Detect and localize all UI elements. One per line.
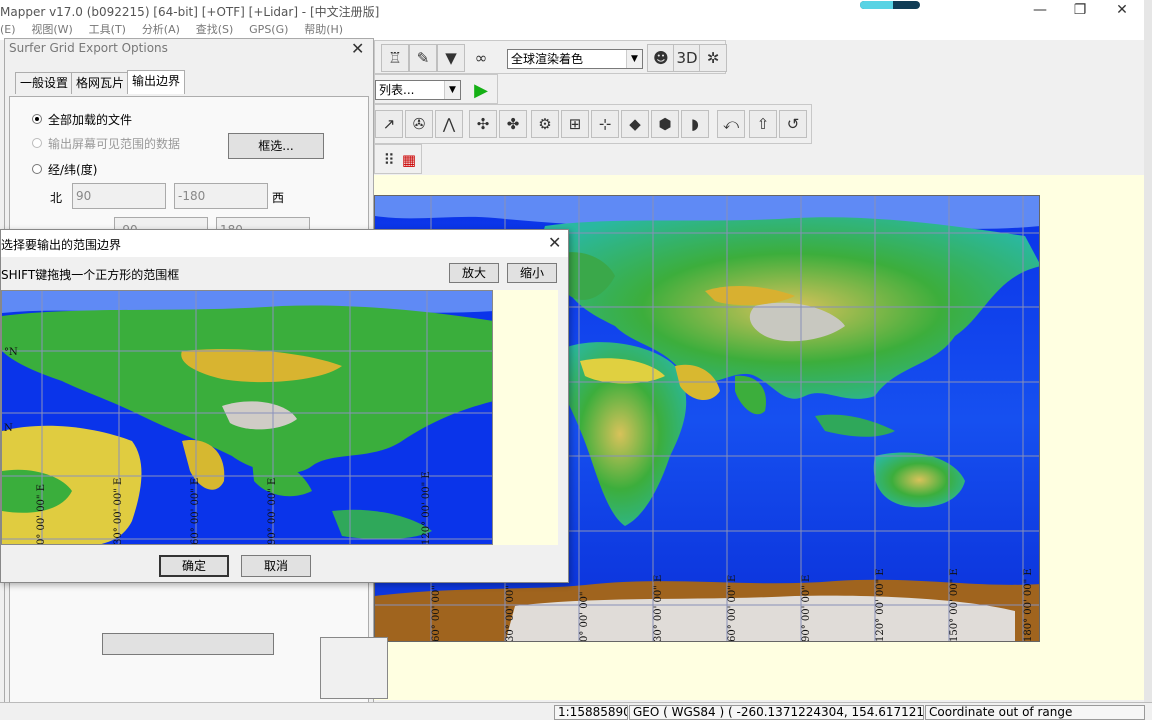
west-label: 西 <box>272 191 285 205</box>
toolbar-filler <box>1118 40 1144 175</box>
tab-grid-tiles[interactable]: 格网瓦片 <box>71 72 130 94</box>
color-grid-icon[interactable]: ▦ <box>395 146 423 174</box>
app-title: Mapper v17.0 (b092215) [64-bit] [+OTF] [… <box>0 5 380 19</box>
area-tool-icon[interactable]: ✤ <box>499 110 527 138</box>
status-coords: GEO ( WGS84 ) ( -260.1371224304, 154.617… <box>629 705 924 720</box>
lon-label: 180° 00' 00" E <box>1023 568 1034 642</box>
lon-label: 0° 00' 00" <box>579 591 590 642</box>
compass-icon[interactable]: ✇ <box>405 110 433 138</box>
menu-tools[interactable]: 工具(T) <box>83 22 132 38</box>
north-field[interactable]: 90 <box>72 183 166 209</box>
radio-all-files-label: 全部加载的文件 <box>48 113 133 127</box>
chevron-down-icon: ▼ <box>444 81 460 99</box>
curve-tool-icon[interactable]: ↺ <box>779 110 807 138</box>
close-window-button[interactable]: ✕ <box>1100 0 1144 22</box>
status-message: Coordinate out of range <box>925 705 1145 720</box>
lon-label: 120° 00' 00" E <box>875 568 886 642</box>
west-field[interactable]: -180 <box>174 183 268 209</box>
digitize-line-icon[interactable]: ↗ <box>375 110 403 138</box>
shader-combo-value: 全球渲染着色 <box>511 52 584 66</box>
preview-map-margin <box>493 290 558 545</box>
path-profile-icon[interactable]: ⋀ <box>435 110 463 138</box>
measure-icon[interactable]: ✣ <box>469 110 497 138</box>
pencil-tool-icon[interactable]: ✎ <box>409 44 437 72</box>
terrain-tool-icon[interactable]: ✲ <box>699 44 727 72</box>
select-bounds-button[interactable]: 框选... <box>228 133 324 159</box>
cancel-button[interactable]: 取消 <box>241 555 311 577</box>
list-combo[interactable]: 列表... ▼ <box>375 80 461 100</box>
preview-lon-label: 90° 00' 00" E <box>267 478 278 545</box>
globe-shader-icon[interactable]: ☻ <box>647 44 675 72</box>
toolbar-row-1: ♖ ✎ ▼ ∞ 全球渲染着色 ▼ ☻ 3D ✲ <box>374 40 727 74</box>
lon-label: 90° 00' 00" E <box>801 575 812 642</box>
radio-latlon-label: 经/纬(度) <box>48 163 98 177</box>
zoom-in-button[interactable]: 放大 <box>449 263 499 283</box>
toolbar-row-3: ↗ ✇ ⋀ ✣ ✤ ⚙ ⊞ ⊹ ◆ ⬢ ◗ ⤺ ⇧ ↺ <box>374 104 812 144</box>
chevron-down-icon: ▼ <box>626 50 642 68</box>
gridded-icon[interactable]: ⊞ <box>561 110 589 138</box>
restore-button[interactable]: ❐ <box>1058 0 1102 22</box>
lon-label: 150° 00' 00" E <box>949 568 960 642</box>
hidden-dialog-button[interactable] <box>102 633 274 655</box>
cut-shape-icon[interactable]: ◗ <box>681 110 709 138</box>
play-icon[interactable]: ▶ <box>467 76 495 104</box>
right-scrollbar[interactable] <box>1144 0 1152 720</box>
ok-button[interactable]: 确定 <box>159 555 229 577</box>
export-dialog-title: Surfer Grid Export Options <box>9 41 168 55</box>
satellite-icon[interactable]: ⚙ <box>531 110 559 138</box>
north-label: 北 <box>50 191 63 205</box>
preview-lon-label: 30° 00' 00" E <box>113 478 124 545</box>
title-progress-fill <box>860 1 893 9</box>
menu-analysis[interactable]: 分析(A) <box>136 22 186 38</box>
feature-edit-icon[interactable]: ⬢ <box>651 110 679 138</box>
bounds-preview-map[interactable]: 0° 00' 00" E 30° 00' 00" E 60° 00' 00" E… <box>1 290 493 545</box>
radio-screen-bounds[interactable] <box>32 138 42 148</box>
preview-lat-label: N <box>4 423 13 434</box>
3d-view-icon[interactable]: 3D <box>673 44 701 72</box>
tab-general[interactable]: 一般设置 <box>15 72 74 94</box>
panel-groupbox <box>320 637 388 699</box>
lon-label: 30° 00' 00" E <box>653 575 664 642</box>
lon-label: 60° 00' 00" E <box>727 575 738 642</box>
select-dialog-title: 选择要输出的范围边界 <box>1 238 122 252</box>
elevate-icon[interactable]: ⇧ <box>749 110 777 138</box>
select-dialog-close-icon[interactable]: ✕ <box>548 235 561 251</box>
toolbar-row-2: 列表... ▼ ▶ <box>374 74 498 104</box>
zoom-out-button[interactable]: 缩小 <box>507 263 557 283</box>
undo-shape-icon[interactable]: ⤺ <box>717 110 745 138</box>
radio-all-files[interactable] <box>32 114 42 124</box>
shape-fill-icon[interactable]: ◆ <box>621 110 649 138</box>
list-combo-value: 列表... <box>379 83 415 97</box>
arrow-down-tool-icon[interactable]: ▼ <box>437 44 465 72</box>
network-icon[interactable]: ⊹ <box>591 110 619 138</box>
preview-lat-label: °N <box>4 347 18 358</box>
menu-help[interactable]: 帮助(H) <box>298 22 349 38</box>
shader-combo[interactable]: 全球渲染着色 ▼ <box>507 49 643 69</box>
minimize-button[interactable]: — <box>1018 0 1062 22</box>
preview-map-svg: 0° 00' 00" E 30° 00' 00" E 60° 00' 00" E… <box>2 291 492 545</box>
select-bounds-dialog: 选择要输出的范围边界 ✕ SHIFT键拖拽一个正方形的范围框 放大 缩小 0° … <box>0 229 569 583</box>
menu-gps[interactable]: GPS(G) <box>243 22 294 38</box>
preview-lon-label: 60° 00' 00" E <box>190 478 201 545</box>
radio-screen-bounds-label: 输出屏幕可见范围的数据 <box>48 137 181 151</box>
title-progress <box>860 1 920 9</box>
title-bar: Mapper v17.0 (b092215) [64-bit] [+OTF] [… <box>0 0 1152 22</box>
preview-lon-label: 120° 00' 00" E <box>421 471 432 545</box>
status-bar: 1:158858900 GEO ( WGS84 ) ( -260.1371224… <box>0 702 1152 720</box>
tower-tool-icon[interactable]: ♖ <box>381 44 409 72</box>
status-scale: 1:158858900 <box>554 705 628 720</box>
instruction-text: SHIFT键拖拽一个正方形的范围框 <box>1 268 180 282</box>
binoculars-icon[interactable]: ∞ <box>467 44 495 72</box>
menu-search[interactable]: 查找(S) <box>190 22 240 38</box>
radio-latlon[interactable] <box>32 164 42 174</box>
toolbar-row-4: ⠿ ▦ <box>374 144 422 174</box>
menu-view[interactable]: 视图(W) <box>25 22 78 38</box>
menu-edit[interactable]: (E) <box>0 22 22 38</box>
export-dialog-close-icon[interactable]: ✕ <box>351 41 364 57</box>
preview-lon-label: 0° 00' 00" E <box>36 484 47 545</box>
tab-export-bounds[interactable]: 输出边界 <box>127 70 186 94</box>
